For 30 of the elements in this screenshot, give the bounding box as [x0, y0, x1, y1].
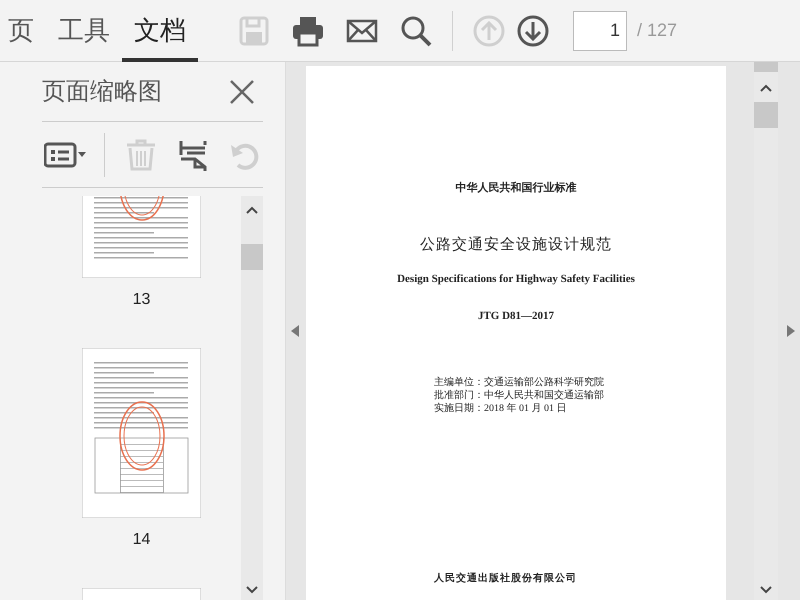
scrollbar-thumb[interactable]: [754, 102, 778, 128]
scrollbar[interactable]: [241, 196, 263, 600]
next-page-icon[interactable]: [787, 325, 795, 337]
tab[interactable]: 工具: [46, 0, 122, 62]
page-extract-icon[interactable]: [177, 138, 209, 170]
tab[interactable]: 页: [0, 0, 46, 62]
standard-code: JTG D81—2017: [478, 308, 554, 324]
page-count: / 127: [637, 19, 678, 42]
panel-title: 页面缩略图: [42, 76, 162, 106]
scroll-down-icon[interactable]: [246, 586, 258, 594]
page-number-label: 14: [132, 530, 150, 550]
close-icon[interactable]: [229, 78, 255, 104]
detail-line: 批准部门：中华人民共和国交通运输部: [434, 389, 604, 402]
scroll-up-icon[interactable]: [246, 206, 258, 214]
standard-heading: 中华人民共和国行业标准: [456, 180, 576, 196]
printer-icon[interactable]: [292, 14, 324, 46]
detail-line: 实施日期：2018 年 01 月 01 日: [434, 402, 568, 415]
scroll-up-icon[interactable]: [760, 84, 772, 92]
page-number-field[interactable]: 1: [573, 10, 627, 50]
search-icon[interactable]: [400, 14, 432, 46]
scrollbar-thumb[interactable]: [241, 244, 263, 270]
scrollbar-cap: [754, 62, 778, 72]
english-title: Design Specifications for Highway Safety Facilities: [397, 272, 635, 287]
document-title: 公路交通安全设施设计规范: [420, 234, 612, 254]
detail-line: 主编单位：交通运输部公路科学研究院: [434, 376, 604, 389]
page-thumbnail-drawing[interactable]: [82, 348, 201, 518]
previous-page-icon[interactable]: [291, 325, 299, 337]
scroll-down-icon[interactable]: [760, 586, 772, 594]
publisher: 人民交通出版社股份有限公司: [434, 571, 577, 586]
page-number-label: 13: [132, 290, 150, 310]
